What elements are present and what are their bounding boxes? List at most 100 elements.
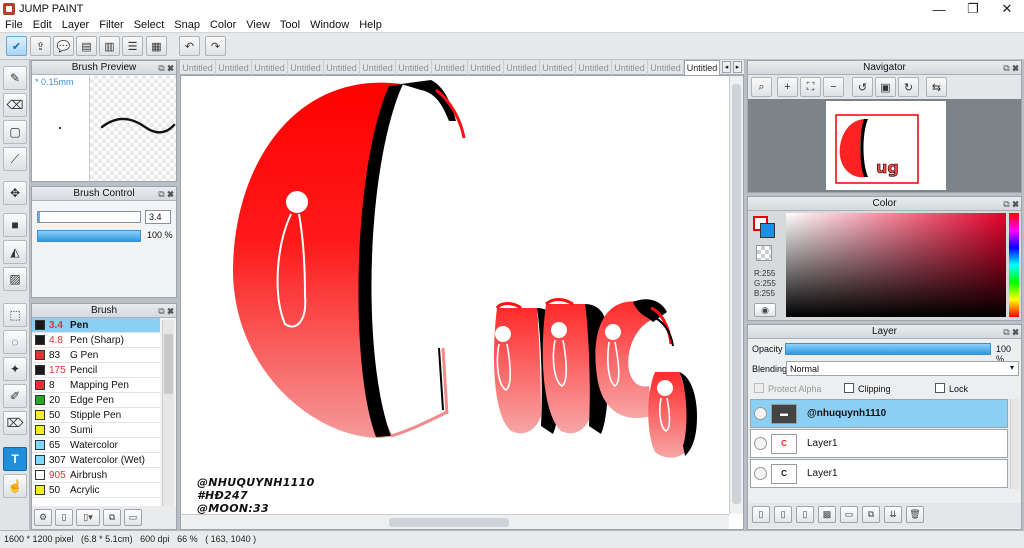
rotate-left-icon[interactable]: ↺ xyxy=(852,77,873,97)
select-eraser-icon[interactable]: ⌦ xyxy=(3,411,27,435)
bucket-fill-icon[interactable]: ◭ xyxy=(3,240,27,264)
brush-item[interactable]: 905 Airbrush xyxy=(32,468,160,483)
document-tab[interactable]: Untitled xyxy=(252,60,288,75)
menu-select[interactable]: Select xyxy=(129,19,170,31)
visibility-eye-icon[interactable] xyxy=(754,437,767,450)
transparent-color-icon[interactable] xyxy=(756,245,772,261)
tab-scroll-left-icon[interactable]: ◂ xyxy=(722,61,731,73)
layer-list-scrollbar[interactable] xyxy=(1010,399,1020,489)
document-tab[interactable]: Untitled xyxy=(468,60,504,75)
reset-rotate-icon[interactable]: ▣ xyxy=(875,77,896,97)
zoom-out-icon[interactable]: − xyxy=(823,77,844,97)
panel-close-icon[interactable]: ⧉ ✖ xyxy=(1003,198,1019,211)
visibility-eye-icon[interactable] xyxy=(754,407,767,420)
zoom-icon[interactable]: ⌕ xyxy=(751,77,772,97)
layer-folder-icon[interactable]: ▭ xyxy=(840,506,858,523)
document-tab[interactable]: Untitled xyxy=(180,60,216,75)
close-button[interactable]: ✕ xyxy=(990,0,1024,18)
redo-icon[interactable]: ↷ xyxy=(205,36,226,56)
delete-layer-icon[interactable]: 🗑 xyxy=(906,506,924,523)
menu-filter[interactable]: Filter xyxy=(94,19,128,31)
zoom-in-icon[interactable]: + xyxy=(777,77,798,97)
line-tool-icon[interactable]: ⟋ xyxy=(3,147,27,171)
menu-layer[interactable]: Layer xyxy=(57,19,95,31)
hue-slider[interactable] xyxy=(1009,213,1019,317)
hand-tool-icon[interactable]: ☝ xyxy=(3,474,27,498)
blending-select[interactable]: Normal ▾ xyxy=(786,361,1019,376)
lock-checkbox[interactable] xyxy=(935,383,945,393)
document-tab[interactable]: Untitled xyxy=(504,60,540,75)
menu-color[interactable]: Color xyxy=(205,19,241,31)
layer-row-layer1-b[interactable]: C Layer1 xyxy=(750,459,1008,488)
document-tab[interactable]: Untitled xyxy=(324,60,360,75)
document-tab[interactable]: Untitled xyxy=(432,60,468,75)
document-icon[interactable]: ▥ xyxy=(99,36,120,56)
visibility-eye-icon[interactable] xyxy=(754,467,767,480)
brush-item[interactable]: 83 G Pen xyxy=(32,348,160,363)
fit-icon[interactable]: ⛶ xyxy=(800,77,821,97)
new-brush-icon[interactable]: ▯ xyxy=(55,509,73,526)
layer-row-text[interactable]: ▬ @nhuquynh1110 xyxy=(750,399,1008,428)
marquee-select-icon[interactable]: ⬚ xyxy=(3,303,27,327)
new-layer-icon[interactable]: ▯ xyxy=(752,506,770,523)
fill-rectangle-icon[interactable]: ■ xyxy=(3,213,27,237)
background-color-swatch[interactable] xyxy=(760,223,775,238)
speech-bubble-icon[interactable]: 💬 xyxy=(53,36,74,56)
brush-item[interactable]: 175 Pencil xyxy=(32,363,160,378)
move-tool-icon[interactable]: ✥ xyxy=(3,181,27,205)
protect-alpha-checkbox[interactable] xyxy=(754,383,764,393)
brush-settings-icon[interactable]: ⚙ xyxy=(34,509,52,526)
brush-size-slider[interactable] xyxy=(37,211,141,223)
menu-edit[interactable]: Edit xyxy=(28,19,57,31)
brush-item[interactable]: 8 Mapping Pen xyxy=(32,378,160,393)
navigator-view[interactable]: ug xyxy=(748,99,1021,192)
new-layer-1bit-icon[interactable]: ▯ xyxy=(796,506,814,523)
brush-item[interactable]: 20 Edge Pen xyxy=(32,393,160,408)
menu-snap[interactable]: Snap xyxy=(169,19,205,31)
menu-view[interactable]: View xyxy=(241,19,275,31)
document-tab[interactable]: Untitled xyxy=(396,60,432,75)
panel-close-icon[interactable]: ⧉ ✖ xyxy=(1003,62,1019,75)
panel-close-icon[interactable]: ⧉ ✖ xyxy=(158,305,174,318)
brush-item[interactable]: 50 Stipple Pen xyxy=(32,408,160,423)
maximize-button[interactable]: ❐ xyxy=(956,0,990,18)
select-pen-icon[interactable]: ✐ xyxy=(3,384,27,408)
rectangle-select-icon[interactable]: ▢ xyxy=(3,120,27,144)
canvas-vertical-scrollbar[interactable] xyxy=(729,76,743,514)
flip-icon[interactable]: ⇆ xyxy=(926,77,947,97)
document-tab[interactable]: Untitled xyxy=(576,60,612,75)
document-tab[interactable]: Untitled xyxy=(648,60,684,75)
pen-tool-icon[interactable]: ✎ xyxy=(3,66,27,90)
duplicate-layer-icon[interactable]: ⧉ xyxy=(862,506,880,523)
gradient-tool-icon[interactable]: ▨ xyxy=(3,267,27,291)
brush-list-scrollbar[interactable] xyxy=(162,320,174,506)
halftone-layer-icon[interactable]: ▩ xyxy=(818,506,836,523)
clipping-checkbox[interactable] xyxy=(844,383,854,393)
document-tab[interactable]: Untitled xyxy=(360,60,396,75)
merge-layer-icon[interactable]: ⇊ xyxy=(884,506,902,523)
saturation-value-picker[interactable] xyxy=(786,213,1006,317)
comment-icon[interactable]: ▤ xyxy=(76,36,97,56)
tab-scroll-right-icon[interactable]: ▸ xyxy=(733,61,742,73)
list-icon[interactable]: ☰ xyxy=(122,36,143,56)
undo-icon[interactable]: ↶ xyxy=(179,36,200,56)
panel-close-icon[interactable]: ⧉ ✖ xyxy=(158,62,174,75)
document-tab[interactable]: Untitled xyxy=(288,60,324,75)
document-tab[interactable]: Untitled xyxy=(612,60,648,75)
layer-row-layer1-a[interactable]: C Layer1 xyxy=(750,429,1008,458)
brush-item[interactable]: 65 Watercolor xyxy=(32,438,160,453)
document-tab[interactable]: Untitled xyxy=(216,60,252,75)
layer-opacity-slider[interactable] xyxy=(785,343,991,355)
panel-close-icon[interactable]: ⧉ ✖ xyxy=(158,188,174,201)
rotate-right-icon[interactable]: ↻ xyxy=(898,77,919,97)
brush-size-value[interactable]: 3.4 xyxy=(145,210,171,224)
brush-item[interactable]: 30 Sumi xyxy=(32,423,160,438)
canvas[interactable]: @NHUQUYNH1110 #HĐ247 @MOON:33 xyxy=(180,75,744,530)
lasso-select-icon[interactable]: ◌ xyxy=(3,330,27,354)
new-layer-8bit-icon[interactable]: ▯ xyxy=(774,506,792,523)
magic-wand-icon[interactable]: ✦ xyxy=(3,357,27,381)
brush-item[interactable]: 4.8 Pen (Sharp) xyxy=(32,333,160,348)
menu-window[interactable]: Window xyxy=(305,19,354,31)
brush-type-dropdown-icon[interactable]: ▯▾ xyxy=(76,509,100,526)
brush-copy-icon[interactable]: ⧉ xyxy=(103,509,121,526)
